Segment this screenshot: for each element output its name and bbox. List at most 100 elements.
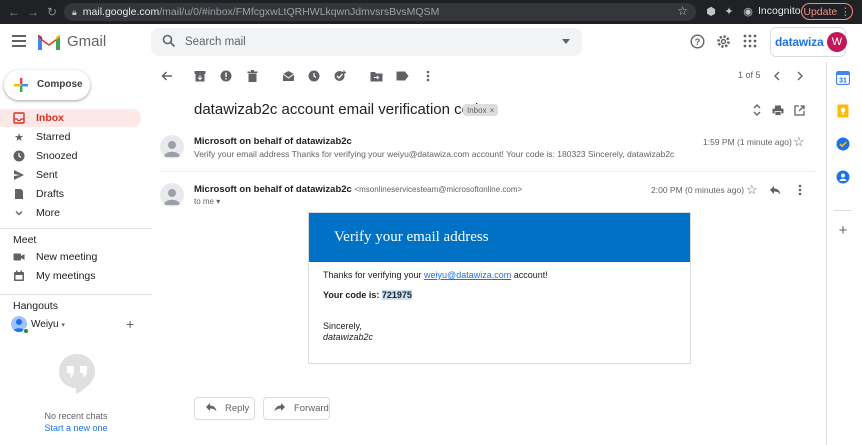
email-signature: datawizab2c [323, 332, 374, 342]
settings-gear-icon[interactable] [716, 34, 731, 49]
lock-icon: 🔒︎ [72, 6, 77, 17]
tasks-app-icon[interactable] [836, 137, 850, 151]
keep-app-icon[interactable] [836, 104, 850, 118]
archive-icon[interactable] [193, 69, 207, 83]
forward-button[interactable]: Forward [263, 397, 330, 420]
add-ons-plus-icon[interactable]: + [836, 223, 850, 238]
forward-icon [274, 402, 286, 415]
online-status-dot [23, 328, 29, 334]
hangouts-bubble-icon [59, 354, 95, 394]
send-icon [12, 168, 26, 182]
remove-label-icon[interactable]: × [490, 106, 495, 115]
inbox-label-chip[interactable]: Inbox × [463, 104, 499, 116]
reload-icon[interactable]: ↻ [44, 4, 60, 20]
sidebar-item-my-meetings[interactable]: My meetings [0, 267, 141, 285]
sidebar-item-label: Sent [36, 169, 58, 181]
account-switcher[interactable]: datawiza W [770, 27, 847, 57]
compose-label: Compose [37, 79, 83, 90]
sidebar-item-label: More [36, 207, 60, 219]
search-bar[interactable] [151, 28, 582, 56]
reply-icon [205, 402, 217, 415]
delete-icon[interactable] [245, 69, 259, 83]
sidebar-item-inbox[interactable]: Inbox [0, 109, 141, 127]
reply-button[interactable]: Reply [194, 397, 255, 420]
search-icon[interactable] [162, 34, 176, 48]
gmail-wordmark: Gmail [67, 33, 107, 50]
contacts-app-icon[interactable] [836, 170, 850, 184]
main-menu-icon[interactable] [12, 35, 26, 47]
add-hangout-icon[interactable]: + [126, 316, 134, 332]
clock-icon [12, 149, 26, 163]
meet-section-title: Meet [13, 234, 37, 246]
star-message-icon[interactable]: ☆ [793, 134, 805, 150]
update-button[interactable]: Update ⋮ [801, 3, 853, 20]
star-icon: ★ [14, 131, 24, 144]
message-sender[interactable]: Microsoft on behalf of datawizab2c [194, 136, 352, 147]
bookmark-star-icon[interactable]: ☆ [677, 4, 688, 18]
more-options-icon[interactable] [421, 69, 435, 83]
sidebar-item-label: Drafts [36, 188, 65, 200]
print-icon[interactable] [771, 103, 785, 117]
start-new-chat-link[interactable]: Start a new one [0, 423, 152, 433]
sidebar-item-label: Starred [36, 131, 71, 143]
chevron-down-icon [12, 206, 26, 220]
pagination-count: 1 of 5 [738, 70, 761, 80]
address-bar[interactable]: 🔒︎ mail.google.com/mail/u/0/#inbox/FMfcg… [64, 3, 696, 21]
sidebar-item-sent[interactable]: Sent [0, 166, 141, 184]
sidebar-item-more[interactable]: More [0, 204, 141, 222]
search-options-icon[interactable] [562, 39, 570, 44]
extensions-puzzle-icon[interactable]: ✦ [722, 4, 736, 18]
newer-chevron-icon[interactable] [770, 69, 784, 83]
sidebar-item-starred[interactable]: ★ Starred [0, 128, 141, 146]
message-time: 1:59 PM (1 minute ago) [703, 137, 792, 147]
expand-all-icon[interactable] [750, 103, 764, 117]
recipient-details[interactable]: to me ▾ [194, 197, 220, 206]
calendar-icon [12, 269, 26, 283]
extension-shield-icon[interactable]: ⬢ [704, 4, 718, 18]
snooze-icon[interactable] [307, 69, 321, 83]
back-icon[interactable]: ← [6, 4, 22, 20]
email-address-link[interactable]: weiyu@datawiza.com [424, 270, 511, 280]
message-divider [160, 171, 815, 172]
email-banner: Verify your email address [309, 213, 690, 262]
sender-avatar [160, 135, 184, 159]
sidebar-item-label: New meeting [36, 251, 98, 263]
search-input[interactable] [185, 33, 535, 51]
compose-button[interactable]: Compose [4, 70, 90, 100]
sidebar-item-new-meeting[interactable]: New meeting [0, 248, 141, 266]
open-new-window-icon[interactable] [792, 103, 806, 117]
sender-avatar [160, 183, 184, 207]
report-spam-icon[interactable] [219, 69, 233, 83]
mark-unread-icon[interactable] [281, 69, 295, 83]
message-more-icon[interactable] [793, 183, 807, 197]
label-icon[interactable] [395, 69, 409, 83]
no-recent-chats-text: No recent chats [44, 411, 108, 421]
sidebar-item-label: My meetings [36, 270, 96, 282]
video-icon [12, 250, 26, 264]
email-body-card: Verify your email address Thanks for ver… [308, 212, 691, 364]
avatar[interactable]: W [827, 32, 847, 52]
forward-nav-icon[interactable]: → [25, 4, 41, 20]
brand-logo: datawiza [775, 35, 824, 49]
svg-text:?: ? [695, 37, 701, 47]
older-chevron-icon[interactable] [793, 69, 807, 83]
sidebar-item-snoozed[interactable]: Snoozed [0, 147, 141, 165]
email-body-text: Thanks for verifying your weiyu@datawiza… [323, 270, 548, 280]
apps-grid-icon[interactable] [743, 34, 757, 48]
gmail-logo-icon[interactable] [37, 33, 61, 51]
message-sender[interactable]: Microsoft on behalf of datawizab2c <mson… [194, 184, 522, 195]
incognito-icon: ◉ [743, 5, 753, 18]
support-icon[interactable]: ? [690, 34, 705, 49]
sender-email: <msonlineservicesteam@microsoftonline.co… [354, 185, 523, 194]
message-snippet[interactable]: Verify your email address Thanks for ver… [194, 149, 674, 159]
message-time: 2:00 PM (0 minutes ago) [651, 185, 745, 195]
verification-code[interactable]: 721975 [381, 290, 412, 300]
sidebar-item-drafts[interactable]: Drafts [0, 185, 141, 203]
inbox-icon [12, 111, 26, 125]
reply-arrow-icon[interactable] [768, 183, 782, 197]
back-to-inbox-icon[interactable] [160, 69, 174, 83]
calendar-app-icon[interactable]: 31 [836, 71, 850, 85]
star-message-icon[interactable]: ☆ [746, 182, 758, 198]
move-to-icon[interactable] [369, 69, 383, 83]
add-to-tasks-icon[interactable] [333, 69, 347, 83]
